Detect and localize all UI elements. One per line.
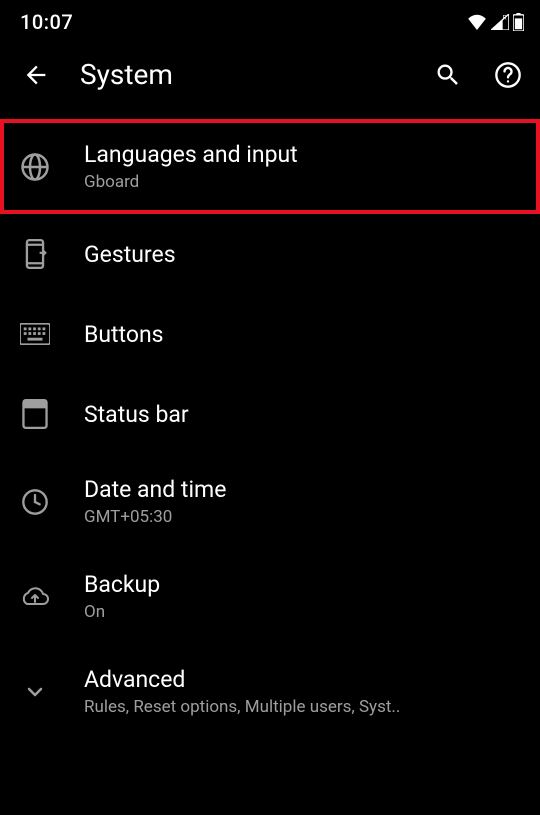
item-subtitle: Rules, Reset options, Multiple users, Sy… bbox=[84, 697, 520, 717]
status-bar-item[interactable]: Status bar bbox=[0, 374, 540, 454]
svg-text:R: R bbox=[503, 14, 507, 21]
item-title: Date and time bbox=[84, 476, 520, 503]
keyboard-icon bbox=[20, 319, 50, 349]
chevron-down-icon bbox=[20, 677, 50, 707]
buttons-item[interactable]: Buttons bbox=[0, 294, 540, 374]
item-subtitle: Gboard bbox=[84, 172, 520, 192]
help-button[interactable] bbox=[492, 59, 524, 91]
signal-icon: R bbox=[491, 14, 509, 30]
gestures-icon bbox=[20, 239, 50, 269]
item-title: Buttons bbox=[84, 321, 520, 348]
date-time-item[interactable]: Date and time GMT+05:30 bbox=[0, 454, 540, 549]
clock-icon bbox=[20, 487, 50, 517]
status-icons: R bbox=[467, 13, 524, 31]
languages-and-input-item[interactable]: Languages and input Gboard bbox=[0, 119, 540, 214]
wifi-icon bbox=[467, 14, 487, 30]
gestures-item[interactable]: Gestures bbox=[0, 214, 540, 294]
search-icon bbox=[434, 61, 462, 89]
back-button[interactable] bbox=[20, 59, 52, 91]
item-title: Status bar bbox=[84, 401, 520, 428]
app-bar: System bbox=[0, 40, 540, 109]
search-button[interactable] bbox=[432, 59, 464, 91]
arrow-back-icon bbox=[22, 61, 50, 89]
item-subtitle: On bbox=[84, 602, 520, 622]
item-title: Languages and input bbox=[84, 141, 520, 168]
settings-list: Languages and input Gboard Gestures bbox=[0, 119, 540, 739]
item-title: Advanced bbox=[84, 666, 520, 693]
advanced-item[interactable]: Advanced Rules, Reset options, Multiple … bbox=[0, 644, 540, 739]
item-title: Gestures bbox=[84, 241, 520, 268]
status-bar: 10:07 R bbox=[0, 0, 540, 40]
item-subtitle: GMT+05:30 bbox=[84, 507, 520, 527]
page-title: System bbox=[80, 58, 404, 91]
backup-item[interactable]: Backup On bbox=[0, 549, 540, 644]
status-time: 10:07 bbox=[20, 10, 73, 34]
globe-icon bbox=[20, 152, 50, 182]
battery-icon bbox=[513, 13, 524, 31]
cloud-upload-icon bbox=[20, 582, 50, 612]
item-title: Backup bbox=[84, 571, 520, 598]
help-icon bbox=[494, 61, 522, 89]
status-bar-icon bbox=[20, 399, 50, 429]
